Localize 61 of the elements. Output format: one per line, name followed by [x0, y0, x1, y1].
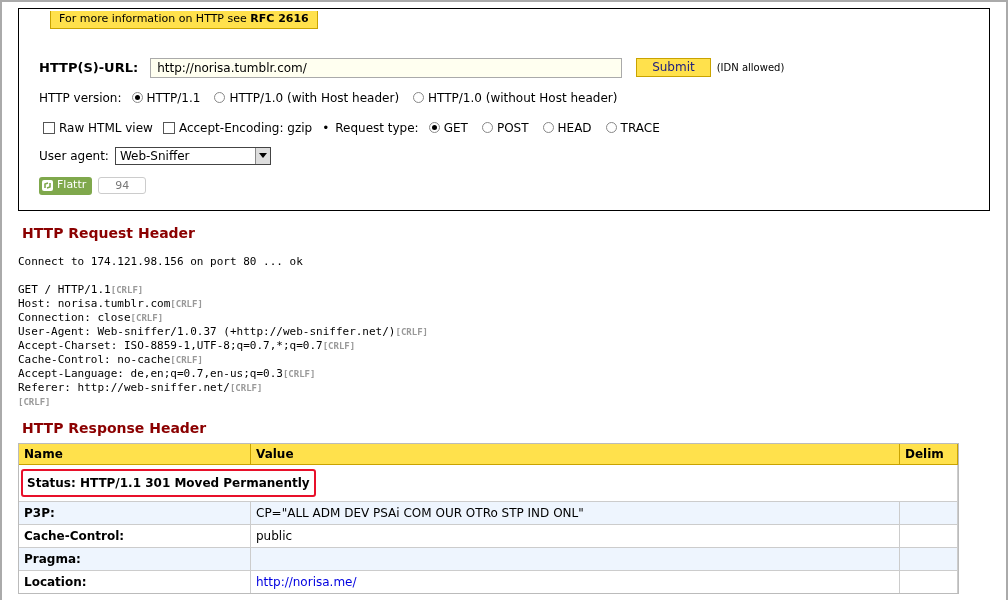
radio-button[interactable] — [542, 122, 554, 133]
crlf-marker: [CRLF] — [110, 284, 144, 297]
radio-label: POST — [496, 119, 529, 137]
legend-text: For more information on HTTP see — [59, 12, 248, 25]
radio-button[interactable] — [214, 92, 226, 103]
crlf-marker: [CRLF] — [170, 354, 203, 367]
radio-label: HEAD — [557, 119, 592, 137]
location-link[interactable]: http://norisa.me/ — [256, 575, 357, 589]
dropdown-arrow-icon — [258, 153, 267, 158]
crlf-marker: [CRLF] — [170, 298, 203, 311]
connect-status: Connect to 174.121.98.156 on port 80 ... ok — [18, 255, 304, 269]
checkbox-label: Accept-Encoding: gzip — [178, 119, 313, 137]
radio-button[interactable] — [131, 92, 143, 103]
user-agent-select[interactable]: Web-Sniffer — [114, 146, 271, 165]
section-heading: HTTP Request Header — [22, 224, 196, 243]
version-label: HTTP version: — [39, 89, 122, 107]
crlf-marker: [CRLF] — [18, 396, 51, 409]
request-line: Connection: close — [18, 311, 131, 325]
radio-label: TRACE — [620, 119, 660, 137]
request-line: Referer: http://web-sniffer.net/ — [18, 381, 230, 395]
separator-dot: • — [322, 119, 330, 137]
header-value-cell: CP="ALL ADM DEV PSAi COM OUR OTRo STP IND ONL" — [251, 501, 900, 524]
checkbox[interactable] — [162, 121, 175, 134]
header-name-cell: Pragma: — [19, 547, 251, 570]
checkbox-label: Raw HTML view — [59, 119, 153, 137]
url-label: HTTP(S)-URL: — [39, 58, 139, 77]
crlf-marker: [CRLF] — [229, 382, 263, 395]
section-heading: HTTP Response Header — [22, 419, 208, 438]
column-header: Name — [19, 444, 251, 465]
column-header: Delim — [900, 444, 958, 465]
request-type-label: Request type: — [335, 119, 419, 137]
flattr-count: 94 — [98, 177, 147, 194]
header-name-cell: Location: — [19, 570, 251, 593]
column-header: Value — [251, 444, 900, 465]
request-line: Accept-Language: de,en;q=0.7,en-us;q=0.3 — [18, 367, 283, 381]
request-line: Host: norisa.tumblr.com — [18, 297, 171, 311]
radio-button[interactable] — [481, 122, 493, 133]
radio-button[interactable] — [605, 122, 617, 133]
request-line: GET / HTTP/1.1 — [18, 283, 111, 297]
request-line: User-Agent: Web-sniffer/1.0.37 (+http://web-sniffer.net/) — [18, 325, 396, 339]
request-line: Cache-Control: no-cache — [18, 353, 171, 367]
select-value: Web-Sniffer — [119, 147, 190, 165]
user-agent-label: User agent: — [39, 147, 109, 165]
flattr-logo-icon — [42, 180, 53, 191]
radio-label: GET — [443, 119, 468, 137]
radio-label: HTTP/1.0 (without Host header) — [428, 89, 618, 107]
radio-label: HTTP/1.0 (with Host header) — [229, 89, 400, 107]
radio-label: HTTP/1.1 — [146, 89, 201, 107]
rfc-link[interactable]: RFC 2616 — [250, 12, 309, 25]
header-name-cell: P3P: — [19, 501, 251, 524]
idn-note: (IDN allowed) — [716, 61, 785, 75]
submit-button[interactable]: Submit — [636, 58, 711, 77]
radio-button[interactable] — [413, 92, 425, 103]
crlf-marker: [CRLF] — [282, 368, 316, 381]
crlf-marker: [CRLF] — [395, 326, 428, 339]
crlf-marker: [CRLF] — [322, 340, 356, 353]
url-field[interactable]: http://norisa.tumblr.com/ — [150, 57, 623, 78]
request-line: Accept-Charset: ISO-8859-1,UTF-8;q=0.7,*;q=0.7 — [18, 339, 323, 353]
radio-button[interactable] — [428, 122, 440, 133]
crlf-marker: [CRLF] — [130, 312, 164, 325]
checkbox[interactable] — [43, 121, 55, 134]
